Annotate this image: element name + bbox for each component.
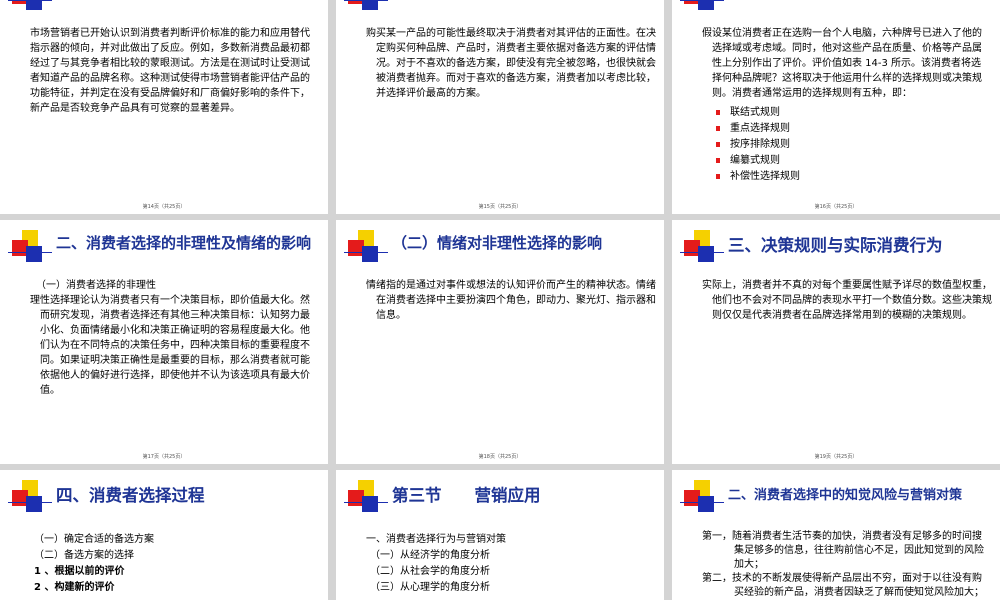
list-item: （二）从社会学的角度分析 (370, 566, 490, 577)
list-item: 联结式规则 (716, 105, 984, 121)
list-item: 按序排除规则 (716, 137, 984, 153)
slide-title: 四、消费者选择过程 (56, 486, 205, 505)
list-item: （三）从心理学的角度分析 (370, 582, 490, 593)
list-item: （一）确定合适的备选方案 (34, 534, 154, 545)
list-item: （一）从经济学的角度分析 (370, 550, 490, 561)
list-item: （二）备选方案的选择 (34, 550, 134, 561)
slide-19[interactable]: 三、决策规则与实际消费行为 实际上，消费者并不真的对每个重要属性赋予详尽的数值型… (672, 220, 1000, 464)
logo-icon (344, 230, 390, 276)
slide-title: 二、消费者选择的非理性及情绪的影响 (56, 234, 312, 252)
slide-15[interactable]: 购买某一产品的可能性最终取决于消费者对其评估的正面性。在决定购买何种品牌、产品时… (336, 0, 664, 214)
slide-21[interactable]: 第三节 营销应用 一、消费者选择行为与营销对策 （一）从经济学的角度分析 （二）… (336, 470, 664, 600)
slide-body-text: 理性选择理论认为消费者只有一个决策目标，即价值最大化。然而研究发现，消费者选择还… (30, 295, 310, 396)
list-item: 一、消费者选择行为与营销对策 (366, 534, 506, 545)
list-item: 2 、构建新的评价 (34, 582, 115, 593)
bullet-list: 联结式规则 重点选择规则 按序排除规则 编纂式规则 补偿性选择规则 (716, 105, 984, 185)
slide-14[interactable]: 市场营销者已开始认识到消费者判断评价标准的能力和应用替代指示器的倾向，并对此做出… (0, 0, 328, 214)
list-item: 重点选择规则 (716, 121, 984, 137)
slide-16[interactable]: 假设某位消费者正在选购一台个人电脑，六种牌号已进入了他的选择域或考虑域。同时，他… (672, 0, 1000, 214)
slide-body-text: 第一，随着消费者生活节奏的加快，消费者没有足够多的时间搜集足够多的信息，往往购前… (702, 531, 984, 570)
page-number: 第17页（共25页） (142, 454, 186, 460)
slide-title: （二）情绪对非理性选择的影响 (392, 234, 603, 252)
list-item: 补偿性选择规则 (716, 169, 984, 185)
page-number: 第19页（共25页） (814, 454, 858, 460)
logo-icon (344, 0, 390, 24)
slide-22[interactable]: 二、消费者选择中的知觉风险与营销对策 第一，随着消费者生活节奏的加快，消费者没有… (672, 470, 1000, 600)
slide-body-text: 第二，技术的不断发展使得新产品层出不穷，面对于以往没有购买经验的新产品，消费者因… (702, 573, 984, 598)
page-number: 第15页（共25页） (478, 204, 522, 210)
list-item: 1 、根据以前的评价 (34, 566, 125, 577)
section-heading: （一）消费者选择的非理性 (36, 280, 156, 291)
list-item: 编纂式规则 (716, 153, 984, 169)
logo-icon (680, 230, 726, 276)
slide-18[interactable]: （二）情绪对非理性选择的影响 情绪指的是通过对事件或想法的认知评价而产生的精神状… (336, 220, 664, 464)
slide-17[interactable]: 二、消费者选择的非理性及情绪的影响 （一）消费者选择的非理性 理性选择理论认为消… (0, 220, 328, 464)
slide-body-text: 情绪指的是通过对事件或想法的认知评价而产生的精神状态。情绪在消费者选择中主要扮演… (366, 280, 656, 321)
logo-icon (680, 480, 726, 526)
slide-20[interactable]: 四、消费者选择过程 （一）确定合适的备选方案 （二）备选方案的选择 1 、根据以… (0, 470, 328, 600)
logo-icon (8, 480, 54, 526)
logo-icon (8, 230, 54, 276)
slide-title: 二、消费者选择中的知觉风险与营销对策 (728, 488, 963, 503)
logo-icon (344, 480, 390, 526)
page-number: 第18页（共25页） (478, 454, 522, 460)
slide-body-text: 购买某一产品的可能性最终取决于消费者对其评估的正面性。在决定购买何种品牌、产品时… (366, 28, 656, 99)
page-number: 第14页（共25页） (142, 204, 186, 210)
slide-title: 第三节 营销应用 (392, 486, 541, 505)
logo-icon (8, 0, 54, 24)
slide-body-text: 实际上，消费者并不真的对每个重要属性赋予详尽的数值型权重，他们也不会对不同品牌的… (702, 280, 992, 321)
logo-icon (680, 0, 726, 24)
page-number: 第16页（共25页） (814, 204, 858, 210)
slide-title: 三、决策规则与实际消费行为 (728, 236, 943, 255)
slide-body-text: 市场营销者已开始认识到消费者判断评价标准的能力和应用替代指示器的倾向，并对此做出… (30, 28, 310, 114)
slide-body-text: 假设某位消费者正在选购一台个人电脑，六种牌号已进入了他的选择域或考虑域。同时，他… (702, 28, 982, 99)
